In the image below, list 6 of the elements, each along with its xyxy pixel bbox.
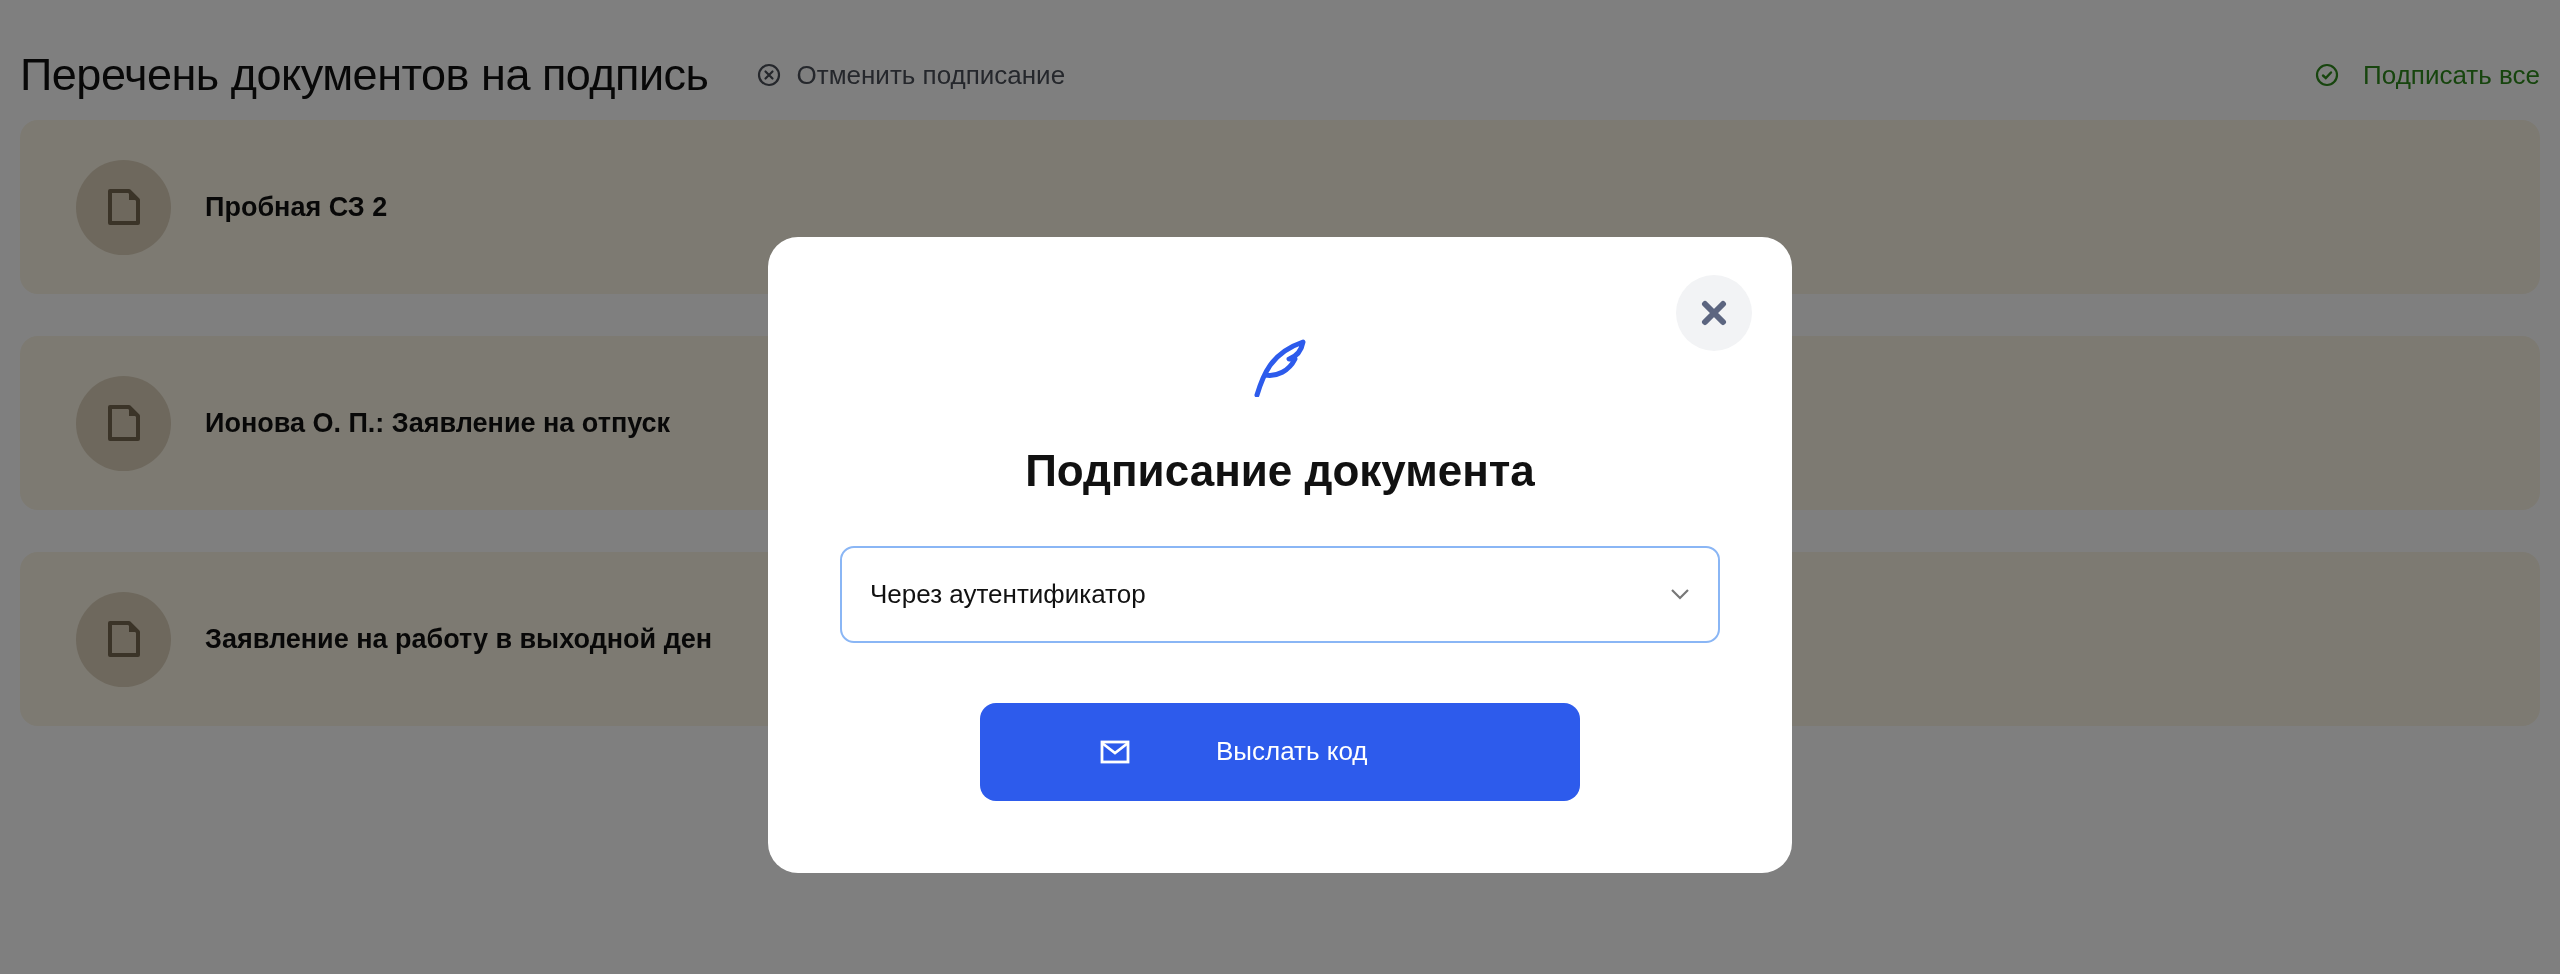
page-title: Перечень документов на подпись bbox=[20, 48, 709, 102]
document-title: Пробная СЗ 2 bbox=[205, 190, 388, 224]
select-value: Через аутентификатор bbox=[870, 577, 1146, 611]
document-title: Заявление на работу в выходной ден bbox=[205, 622, 713, 656]
dialog-title: Подписание документа bbox=[1025, 445, 1535, 497]
document-title: Ионова О. П.: Заявление на отпуск bbox=[205, 406, 671, 440]
